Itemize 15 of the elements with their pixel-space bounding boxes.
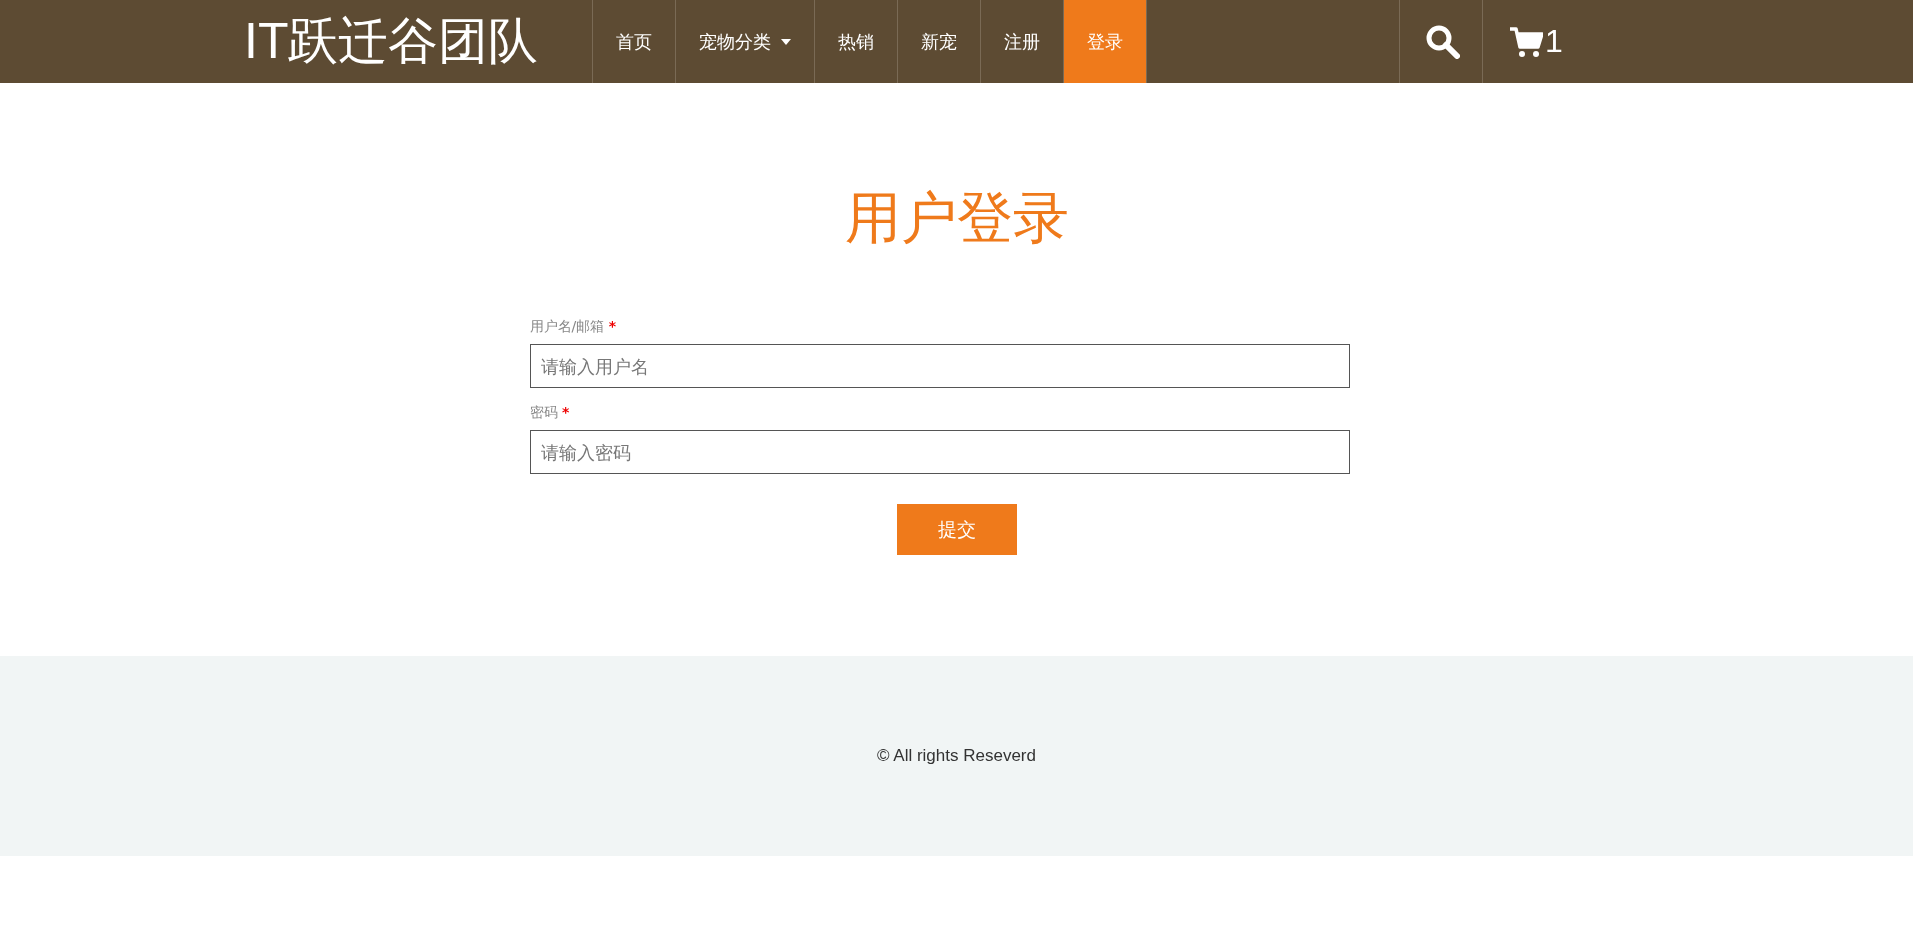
nav-link[interactable]: 热销: [815, 0, 898, 83]
copyright-text: © All rights Reseverd: [877, 746, 1036, 766]
input-field[interactable]: 请输入用户名: [529, 344, 1350, 388]
page-title: 用户登录: [844, 190, 1069, 246]
nav-link[interactable]: 宠物分类: [676, 0, 815, 83]
site-logo[interactable]: IT跃迁谷团队: [244, 0, 592, 83]
cart-icon: [1509, 24, 1543, 59]
cart-count: 1: [1545, 23, 1563, 60]
nav-link[interactable]: 新宠: [898, 0, 981, 83]
search-icon: [1426, 24, 1460, 59]
field-label: 密码 *: [529, 404, 571, 422]
input-field[interactable]: 请输入密码: [529, 430, 1350, 474]
cart-button[interactable]: 1: [1482, 0, 1585, 83]
nav-link[interactable]: 首页: [593, 0, 676, 83]
field-label: 用户名/邮箱 *: [529, 318, 617, 336]
